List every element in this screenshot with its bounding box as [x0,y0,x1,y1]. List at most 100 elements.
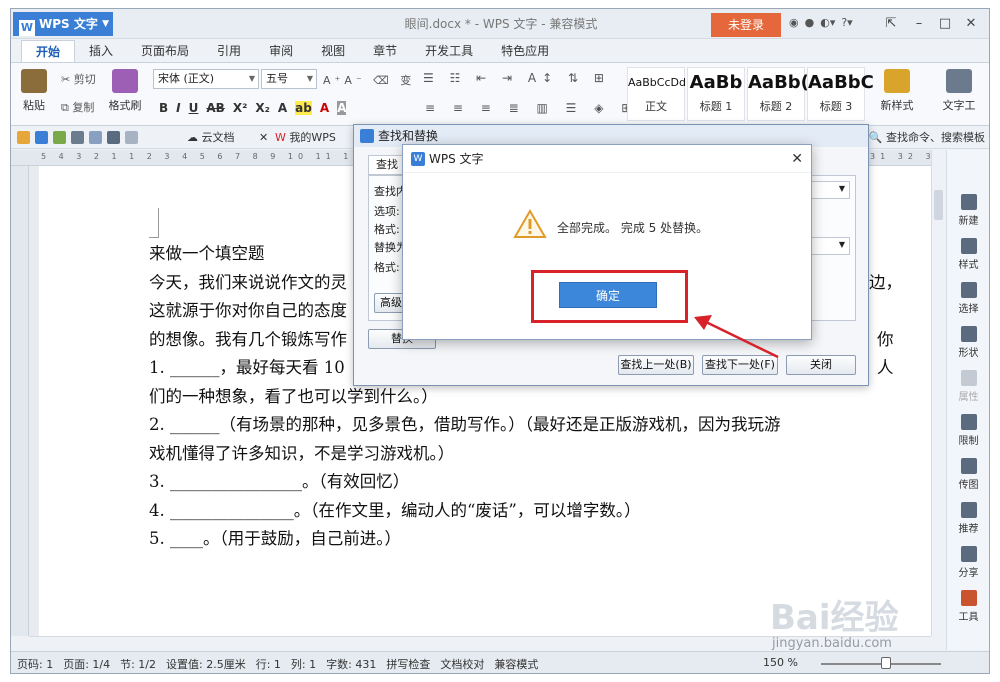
style-heading-3[interactable]: AaBbC 标题 3 [807,67,874,121]
restrict-icon [960,414,977,430]
close-button[interactable]: 关闭 [786,355,856,375]
subscript-icon[interactable]: X₂ [255,101,270,115]
tab-developer[interactable]: 开发工具 [411,40,487,62]
app-menu-button[interactable]: W WPS 文字 ▼ [13,12,113,36]
find-next-button[interactable]: 查找下一处(F) [702,355,778,375]
side-upload-image[interactable]: 传图 [947,458,989,491]
align-icons[interactable]: ≡ ≡ ≡ ≣ ▥ ☰ ◈ ⊞ [425,101,638,115]
style-heading-2[interactable]: AaBb( 标题 2 [747,67,809,121]
copy-button[interactable]: ⧉ 复制 [61,99,94,115]
style-heading-3-sample: AaBbC [808,72,874,93]
app-menu-label: WPS 文字 [39,17,98,31]
preview-icon[interactable] [89,131,102,144]
status-section: 节: 1/2 [120,658,157,671]
text-tool-button[interactable]: 文字工 [933,69,985,113]
side-select[interactable]: 选择 [947,282,989,315]
print-icon[interactable] [71,131,84,144]
new-style-button[interactable]: 新样式 [875,69,919,113]
annotation-highlight-box [531,270,688,323]
style-heading-1[interactable]: AaBb 标题 1 [687,67,745,121]
title-toolbar: ◉ ● ◐▾ ?▾ [789,16,853,29]
font-name-value: 宋体 (正文) [158,72,215,85]
tab-view[interactable]: 视图 [307,40,359,62]
cloud-doc-tab[interactable]: ☁ 云文档 [187,130,235,146]
restore-icon[interactable]: ⇱ [879,13,903,35]
vertical-scrollbar[interactable] [931,150,945,636]
paste-icon [21,69,47,93]
format-buttons: B I U AB X² X₂ A ab A A [159,101,347,115]
status-compat: 兼容模式 [494,658,539,671]
side-properties[interactable]: 属性 [947,370,989,403]
open-icon[interactable] [17,131,30,144]
tab-insert[interactable]: 插入 [75,40,127,62]
superscript-icon[interactable]: X² [233,101,248,115]
skin-icon[interactable]: ◉ [789,16,799,29]
window-title: 眼间.docx * - WPS 文字 - 兼容模式 [404,17,598,31]
redo-icon[interactable] [125,131,138,144]
tab-page-layout[interactable]: 页面布局 [127,40,203,62]
tab-home[interactable]: 开始 [21,40,76,62]
strikethrough-icon[interactable]: AB [206,101,224,115]
tab-chapter[interactable]: 章节 [359,40,411,62]
ribbon-tabs: 开始 插入 页面布局 引用 审阅 视图 章节 开发工具 特色应用 [11,40,989,62]
format-painter-label: 格式刷 [108,99,142,112]
close-icon[interactable]: ✕ [959,13,983,35]
image-icon [960,458,977,474]
char-shading-icon[interactable]: A [337,101,347,115]
status-wordcount[interactable]: 字数: 431 [326,656,376,672]
style-normal[interactable]: AaBbCcDd 正文 [627,67,686,121]
status-setting: 设置值: 2.5厘米 [166,658,246,671]
undo-icon[interactable] [107,131,120,144]
side-share[interactable]: 分享 [947,546,989,579]
font-name-select[interactable]: 宋体 (正文) ▼ [153,69,259,89]
wps-logo-icon [360,129,374,143]
maximize-icon[interactable]: □ [933,13,957,35]
tab-references[interactable]: 引用 [203,40,255,62]
message-box-titlebar[interactable]: W WPS 文字 ✕ [403,145,811,173]
login-button[interactable]: 未登录 [711,13,781,37]
side-new[interactable]: 新建 [947,194,989,227]
text-tool-icon [946,69,972,93]
side-restrict[interactable]: 限制 [947,414,989,447]
font-color-icon[interactable]: A [320,101,329,115]
status-proofread[interactable]: 文档校对 [440,656,484,672]
tab-find[interactable]: 查找 [368,155,406,175]
italic-icon[interactable]: I [176,101,180,115]
settings-icon[interactable]: ● [805,16,815,29]
close-icon[interactable]: ✕ [259,130,268,146]
help-icon[interactable]: ?▾ [841,16,852,29]
shape-icon [960,326,977,342]
theme-icon[interactable]: ◐▾ [820,16,835,29]
status-spellcheck[interactable]: 拼写检查 [386,656,430,672]
find-previous-button[interactable]: 查找上一处(B) [618,355,694,375]
doc-fragment: 边， [869,272,902,292]
text-effect-icon[interactable]: A [278,101,287,115]
tab-review[interactable]: 审阅 [255,40,307,62]
font-size-select[interactable]: 五号 ▼ [261,69,317,89]
list-indent-icons[interactable]: ☰ ☷ ⇤ ⇥ A↕ ⇅ ⊞ [423,71,610,85]
properties-icon [960,370,977,386]
export-icon[interactable] [53,131,66,144]
underline-icon[interactable]: U [189,101,199,115]
minimize-icon[interactable]: – [907,13,931,35]
command-search[interactable]: 🔍 查找命令、搜索模板 [869,130,985,146]
close-icon[interactable]: ✕ [791,145,803,173]
paste-button[interactable]: 粘贴 [17,69,51,113]
bold-icon[interactable]: B [159,101,168,115]
cut-button[interactable]: ✂ 剪切 [61,71,96,87]
save-icon[interactable] [35,131,48,144]
font-grow-shrink-icons[interactable]: A⁺A⁻ ⌫ 变 [323,72,415,88]
chevron-down-icon: ▼ [838,184,845,193]
style-heading-1-label: 标题 1 [699,100,733,113]
highlight-icon[interactable]: ab [295,101,312,115]
format-painter-button[interactable]: 格式刷 [105,69,145,113]
my-wps-tab[interactable]: W 我的WPS [275,130,336,146]
vertical-ruler[interactable] [11,166,29,636]
side-shape[interactable]: 形状 [947,326,989,359]
style-normal-label: 正文 [645,100,667,113]
side-recommend[interactable]: 推荐 [947,502,989,535]
scrollbar-thumb[interactable] [934,190,943,220]
side-style[interactable]: 样式 [947,238,989,271]
tab-special[interactable]: 特色应用 [487,40,563,62]
title-bar: W WPS 文字 ▼ 眼间.docx * - WPS 文字 - 兼容模式 未登录 … [11,9,989,39]
